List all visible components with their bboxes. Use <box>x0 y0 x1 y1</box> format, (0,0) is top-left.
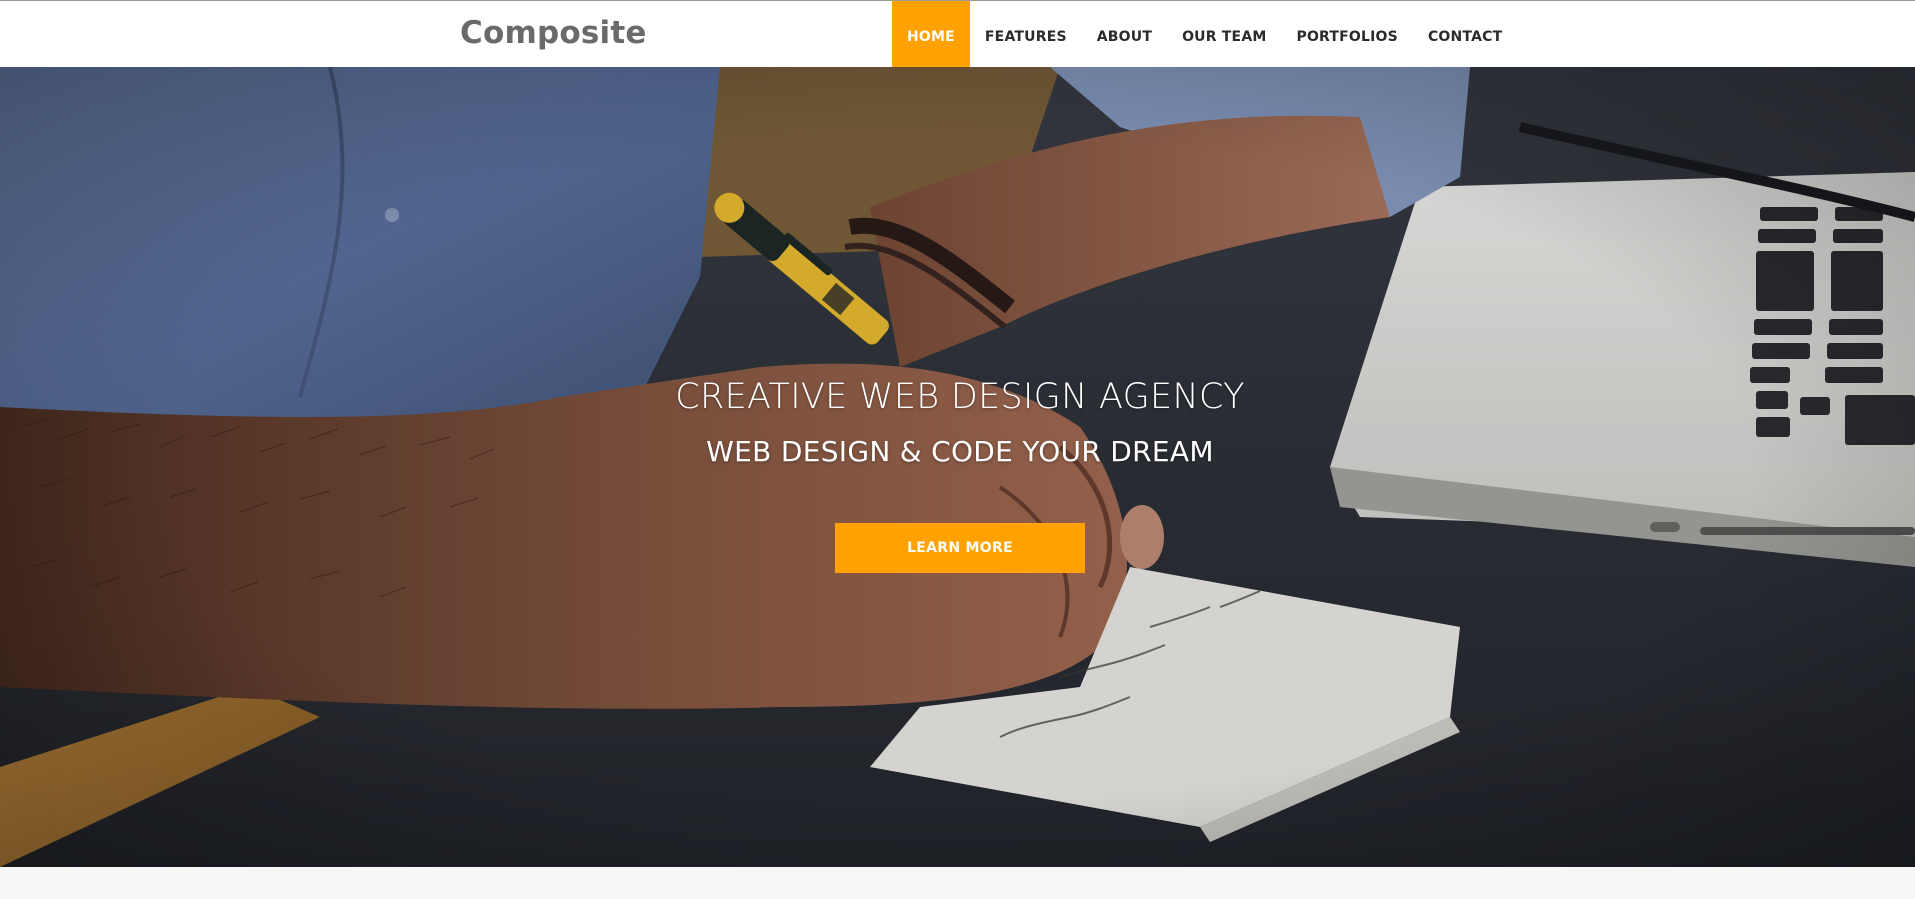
nav-item-home[interactable]: HOME <box>892 1 970 67</box>
main-nav: HOME FEATURES ABOUT OUR TEAM PORTFOLIOS … <box>892 1 1517 67</box>
hero-title: CREATIVE WEB DESIGN AGENCY <box>675 377 1245 417</box>
nav-item-contact[interactable]: CONTACT <box>1413 1 1517 67</box>
nav-item-about[interactable]: ABOUT <box>1082 1 1167 67</box>
site-logo[interactable]: Composite <box>460 13 647 53</box>
next-section-edge <box>0 867 1915 899</box>
site-header: Composite HOME FEATURES ABOUT OUR TEAM P… <box>0 1 1915 67</box>
page: Composite HOME FEATURES ABOUT OUR TEAM P… <box>0 0 1915 899</box>
hero-content: CREATIVE WEB DESIGN AGENCY WEB DESIGN & … <box>0 67 1915 867</box>
learn-more-button[interactable]: LEARN MORE <box>835 523 1085 573</box>
nav-item-features[interactable]: FEATURES <box>970 1 1082 67</box>
nav-item-portfolios[interactable]: PORTFOLIOS <box>1281 1 1412 67</box>
hero-section: CREATIVE WEB DESIGN AGENCY WEB DESIGN & … <box>0 67 1915 867</box>
nav-item-our-team[interactable]: OUR TEAM <box>1167 1 1281 67</box>
hero-subtitle: WEB DESIGN & CODE YOUR DREAM <box>706 435 1214 468</box>
